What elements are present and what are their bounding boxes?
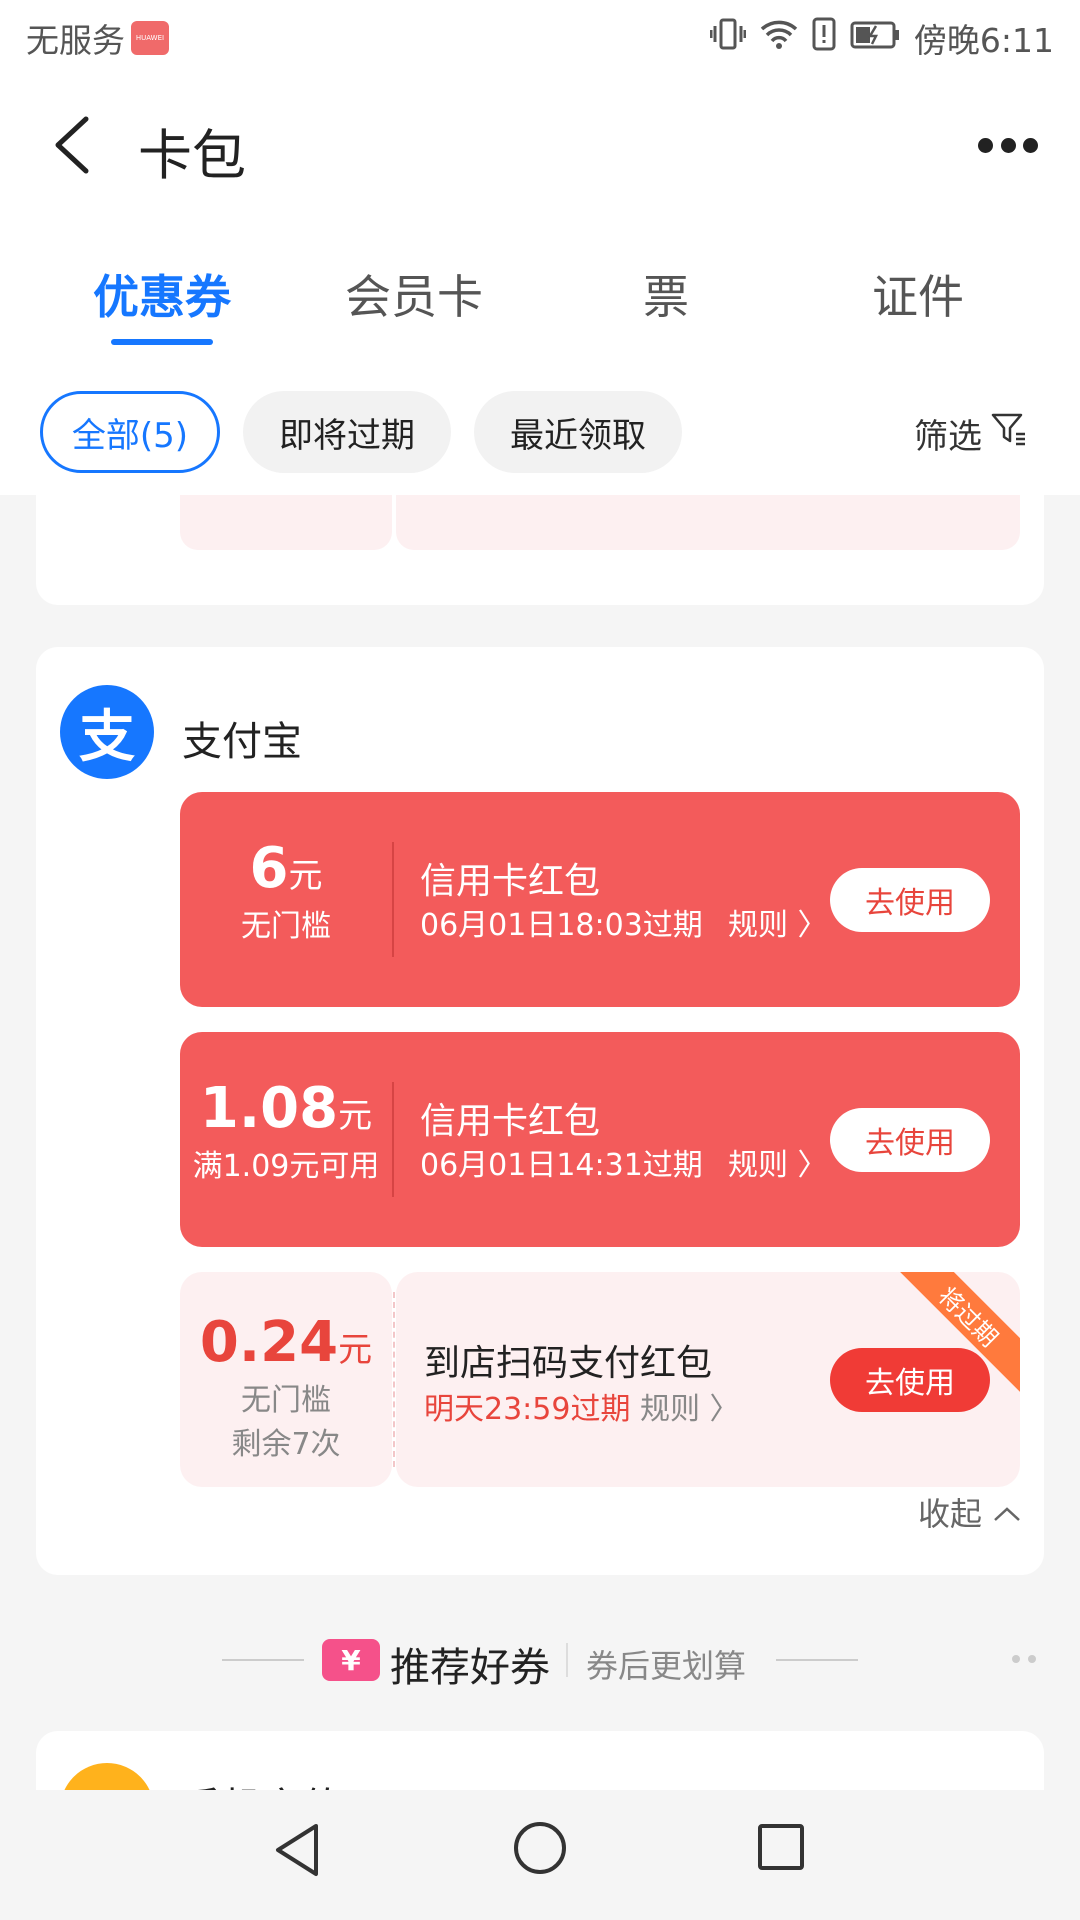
coupon-rule-link[interactable]: 规则 〉 [640,1384,740,1428]
nav-recent-apps-icon[interactable] [758,1824,804,1870]
carrier-label: 无服务 [26,20,125,60]
page-dots [1012,1655,1036,1663]
separator [566,1643,568,1677]
coupon-condition: 无门槛 [241,1383,331,1418]
chevron-right-icon: 〉 [709,1392,740,1427]
coupon-divider [392,842,394,957]
coupon-item[interactable]: 0.24元 无门槛 剩余7次 将过期 到店扫码支付红包 明天23:59过期 规则… [180,1272,1020,1487]
coupon-title: 信用卡红包 [420,1101,601,1142]
coupon-unit: 元 [338,1096,373,1136]
coupon-unit: 元 [338,1330,373,1370]
use-coupon-button[interactable]: 去使用 [830,1108,990,1172]
coupon-title: 信用卡红包 [420,861,601,902]
clock: 傍晚6:11 [913,20,1054,60]
phone-recharge-logo [60,1763,154,1790]
coupon-unit: 元 [288,856,323,896]
recommend-header: ¥ 推荐好券 券后更划算 [0,1625,1080,1695]
alipay-logo: 支 [60,685,154,779]
page-title: 卡包 [138,124,246,187]
chevron-right-icon: 〉 [797,908,828,943]
rule-label: 规则 [728,908,788,943]
filter-button[interactable]: 筛选 [914,409,1028,458]
nav-back-icon[interactable] [272,1822,322,1882]
status-bar: 无服务 HUAWEI 傍晚6:11 [0,0,1080,75]
coupon-amount: 6 [249,836,289,901]
app-header: 卡包 [0,75,1080,215]
chevron-up-icon [992,1493,1022,1531]
filter-chip-expiring[interactable]: 即将过期 [243,391,451,473]
filter-label: 筛选 [914,417,982,457]
coupon-remaining: 剩余7次 [231,1427,341,1462]
coupon-expire: 06月01日18:03过期 [420,908,703,943]
coupon-rule-link[interactable]: 规则 〉 [728,900,828,944]
status-right: 傍晚6:11 [709,14,1054,62]
coupon-amount: 1.08 [199,1076,339,1141]
rule-label: 规则 [640,1392,700,1427]
status-left: 无服务 HUAWEI [26,14,169,62]
wifi-icon [760,18,798,58]
use-coupon-button[interactable]: 去使用 [830,868,990,932]
coupon-expire: 06月01日14:31过期 [420,1148,703,1183]
divider-line [776,1659,858,1661]
coupon-value: 0.24元 无门槛 剩余7次 [180,1272,392,1487]
battery-icon [850,18,900,57]
recommend-title: 推荐好券 [390,1645,550,1691]
collapse-label: 收起 [917,1495,982,1533]
tab-membership-cards[interactable]: 会员卡 [288,215,540,375]
filter-bar: 全部(5) 即将过期 最近领取 筛选 [0,375,1080,495]
collapse-button[interactable]: 收起 [918,1489,1022,1535]
vibrate-icon [709,17,747,59]
funnel-icon [990,410,1028,457]
tab-coupons[interactable]: 优惠券 [36,215,288,375]
recommend-merchant-card[interactable]: 手机充值 [36,1731,1044,1790]
partial-coupon [180,495,1020,550]
coupon-rule-link[interactable]: 规则 〉 [728,1140,828,1184]
chevron-right-icon: 〉 [797,1148,828,1183]
rule-label: 规则 [728,1148,788,1183]
coupon-value: 1.08元 满1.09元可用 [180,1032,392,1247]
back-arrow-icon[interactable] [48,115,98,175]
filter-chip-all[interactable]: 全部(5) [40,391,220,473]
huawei-icon: HUAWEI [131,20,169,55]
alipay-coupon-card: 支 支付宝 6元 无门槛 信用卡红包 06月01日18:03过期 规则 〉 去使… [36,647,1044,1575]
coupon-badge-icon: ¥ [322,1639,380,1681]
coupon-condition: 无门槛 [241,909,331,944]
coupon-divider [393,1292,395,1467]
divider-line [222,1659,304,1661]
previous-merchant-card [36,495,1044,605]
coupon-list[interactable]: 支 支付宝 6元 无门槛 信用卡红包 06月01日18:03过期 规则 〉 去使… [0,495,1080,1790]
use-coupon-button[interactable]: 去使用 [830,1348,990,1412]
tab-tickets[interactable]: 票 [540,215,792,375]
tab-documents[interactable]: 证件 [792,215,1044,375]
coupon-item[interactable]: 6元 无门槛 信用卡红包 06月01日18:03过期 规则 〉 去使用 [180,792,1020,1007]
coupon-title: 到店扫码支付红包 [424,1343,713,1384]
more-icon[interactable] [978,133,1038,157]
coupon-divider [392,1082,394,1197]
coupon-condition: 满1.09元可用 [192,1149,380,1184]
category-tabs: 优惠券 会员卡 票 证件 [0,215,1080,375]
merchant-name: 支付宝 [182,719,302,765]
merchant-name: 手机充值 [182,1775,342,1790]
system-nav-bar [0,1790,1080,1920]
coupon-item[interactable]: 1.08元 满1.09元可用 信用卡红包 06月01日14:31过期 规则 〉 … [180,1032,1020,1247]
coupon-expire: 明天23:59过期 [424,1392,631,1427]
alert-icon [812,17,836,59]
coupon-value: 6元 无门槛 [180,792,392,1007]
coupon-amount: 0.24 [199,1310,339,1375]
nav-home-icon[interactable] [514,1822,566,1874]
filter-chip-recent[interactable]: 最近领取 [474,391,682,473]
recommend-subtitle: 券后更划算 [586,1647,747,1685]
